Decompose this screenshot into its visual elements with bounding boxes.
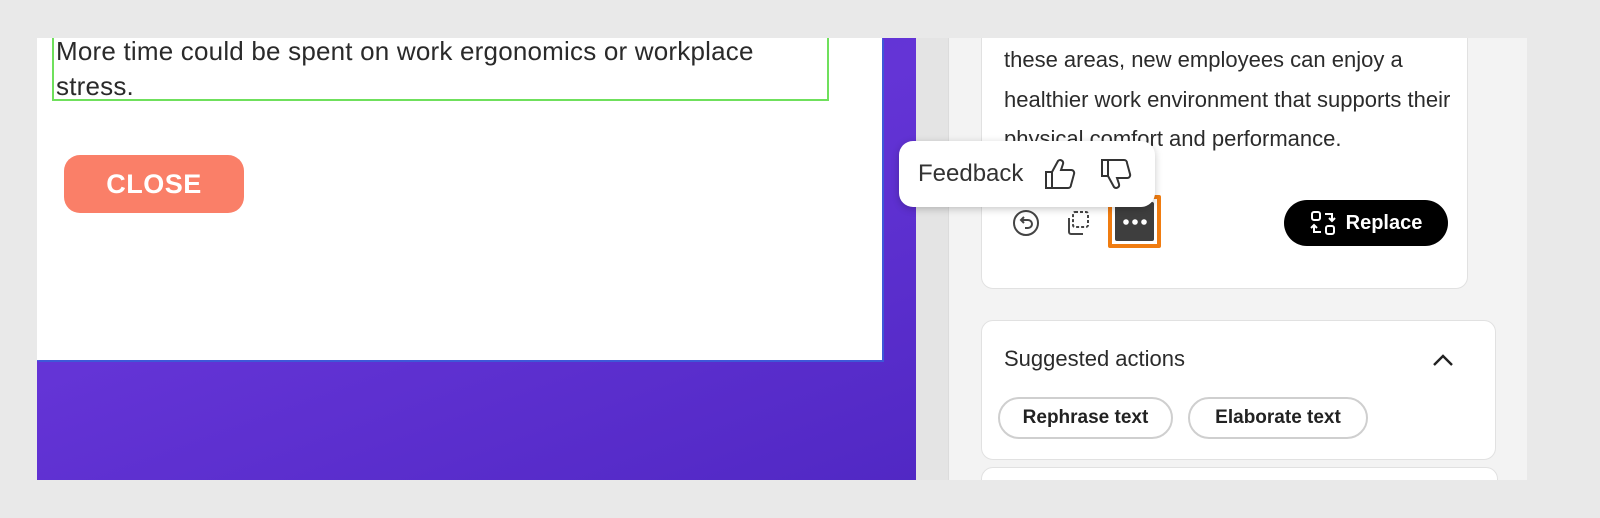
feedback-tooltip: Feedback (899, 141, 1155, 207)
more-options-icon (1115, 202, 1154, 241)
thumbs-down-icon (1101, 159, 1132, 189)
thumbs-up-icon (1045, 159, 1076, 189)
chevron-up-icon (1433, 354, 1453, 366)
replace-label: Replace (1345, 211, 1423, 234)
modal-card: More time could be spent on work ergonom… (37, 38, 882, 360)
copy-button[interactable] (1060, 205, 1096, 241)
design-canvas: More time could be spent on work ergonom… (37, 38, 916, 480)
next-card (981, 467, 1498, 480)
feedback-label: Feedback (918, 160, 1024, 187)
undo-button[interactable] (1008, 205, 1044, 241)
close-button[interactable]: CLOSE (64, 155, 244, 213)
replace-button[interactable]: Replace (1284, 200, 1448, 246)
thumbs-up-button[interactable] (1043, 156, 1077, 192)
thumbs-down-button[interactable] (1099, 156, 1133, 192)
replace-icon (1309, 211, 1336, 235)
undo-icon (1013, 210, 1039, 236)
suggested-actions-title: Suggested actions (1004, 346, 1186, 371)
rephrase-text-chip[interactable]: Rephrase text (998, 397, 1173, 439)
copy-icon (1068, 211, 1089, 235)
suggested-actions-card: Suggested actions Rephrase text Elaborat… (981, 320, 1496, 460)
assistant-panel: these areas, new employees can enjoy a h… (948, 38, 1527, 480)
elaborate-text-chip[interactable]: Elaborate text (1188, 397, 1368, 439)
selected-text-box[interactable]: More time could be spent on work ergonom… (52, 38, 829, 101)
app-window: More time could be spent on work ergonom… (37, 38, 1527, 480)
collapse-button[interactable] (1428, 345, 1458, 375)
panel-gutter (916, 38, 948, 480)
